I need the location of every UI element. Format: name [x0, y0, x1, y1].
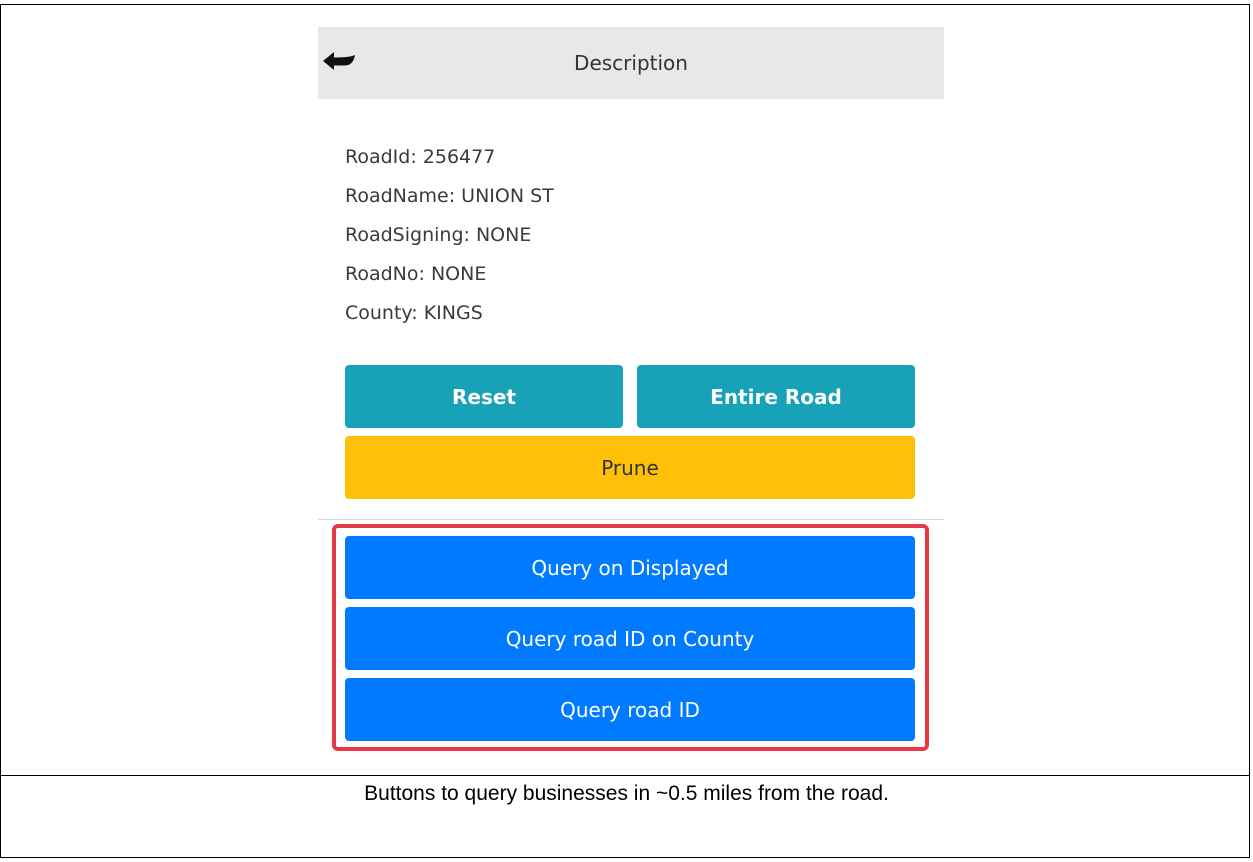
- query-road-id-on-county-button[interactable]: Query road ID on County: [345, 607, 915, 670]
- road-signing-text: RoadSigning: NONE: [345, 224, 532, 246]
- road-id-text: RoadId: 256477: [345, 146, 496, 168]
- prune-button[interactable]: Prune: [345, 436, 915, 499]
- road-info: RoadId: 256477 RoadName: UNION ST RoadSi…: [345, 138, 554, 333]
- entire-road-button[interactable]: Entire Road: [637, 365, 915, 428]
- reset-button[interactable]: Reset: [345, 365, 623, 428]
- divider: [318, 519, 944, 520]
- query-road-id-button[interactable]: Query road ID: [345, 678, 915, 741]
- figure-caption: Buttons to query businesses in ~0.5 mile…: [364, 782, 889, 805]
- description-header: Description: [318, 27, 944, 99]
- caption-divider: [1, 775, 1249, 776]
- page-title: Description: [574, 51, 688, 75]
- road-no-text: RoadNo: NONE: [345, 263, 487, 285]
- county-text: County: KINGS: [345, 302, 483, 324]
- back-arrow-icon[interactable]: [321, 49, 357, 73]
- road-name-text: RoadName: UNION ST: [345, 185, 554, 207]
- query-on-displayed-button[interactable]: Query on Displayed: [345, 536, 915, 599]
